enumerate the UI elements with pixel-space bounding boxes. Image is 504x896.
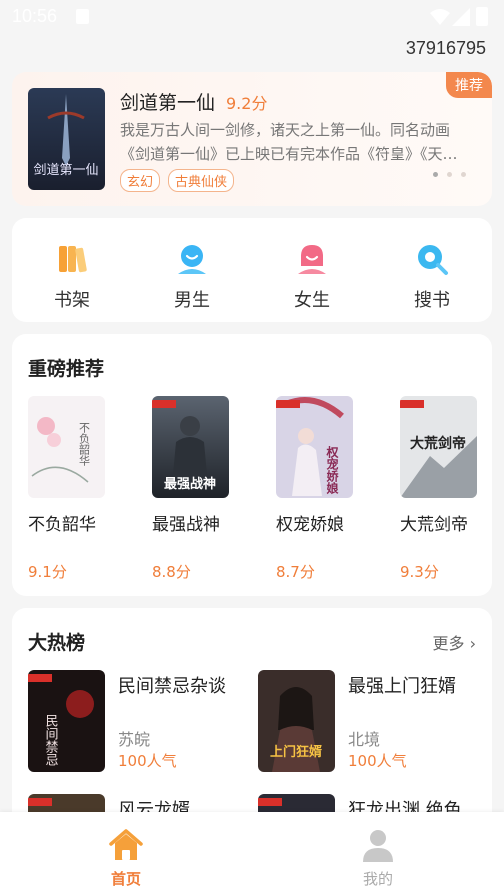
book-cover-title: 上门狂婿 [270, 744, 323, 760]
profile-icon [363, 830, 393, 862]
banner-book-title[interactable]: 剑道第一仙 [120, 88, 215, 115]
banner-desc-line-2: 《剑道第一仙》已上映已有完本作品《符皇》《天… [120, 145, 458, 163]
chevron-right-icon: › [469, 634, 476, 653]
book-score: 9.3分 [400, 563, 439, 581]
male-icon [178, 245, 206, 274]
book-author: 苏皖 [118, 730, 151, 749]
more-link[interactable]: 更多 › [432, 630, 476, 654]
female-icon [298, 245, 326, 274]
nav-female[interactable]: 女生 [252, 218, 372, 322]
user-id: 37916795 [405, 38, 486, 58]
carousel-dot [461, 172, 466, 177]
carousel-dot [433, 172, 438, 177]
book-title[interactable]: 权宠娇娘 [276, 510, 400, 535]
status-bar: 10:56 [0, 0, 504, 34]
book-cover[interactable]: 大荒剑帝 [400, 396, 477, 498]
nav-search-book-label: 搜书 [414, 290, 450, 311]
book-cover[interactable]: 不负韶华 [28, 396, 105, 498]
notification-icon [76, 9, 89, 24]
book-popularity: 100人气 [348, 752, 407, 770]
book-score: 8.7分 [276, 563, 315, 581]
nav-male-label: 男生 [174, 290, 210, 311]
tab-home-label: 首页 [110, 870, 141, 888]
home-icon [109, 829, 143, 860]
book-title[interactable]: 大荒剑帝 [400, 510, 504, 535]
book-item[interactable]: 权宠娇娘 权宠娇娘 8.7分 [276, 396, 400, 582]
banner-book-description: 我是万古人间一剑修，诸天之上第一仙。同名动画 《剑道第一仙》已上映已有完本作品《… [120, 118, 484, 166]
hot-book-item[interactable]: 上门狂婿 最强上门狂婿 北境 100人气 [258, 670, 478, 774]
book-author: 北境 [348, 730, 381, 749]
banner-book-score: 9.2分 [226, 94, 268, 113]
book-cover-title: 不负韶华 [78, 422, 91, 466]
book-cover-title: 民间禁忌 [43, 714, 59, 766]
book-title[interactable]: 最强战神 [152, 510, 276, 535]
book-cover-title: 大荒剑帝 [410, 435, 466, 452]
book-item[interactable]: 最强战神 最强战神 8.8分 [152, 396, 276, 582]
tab-profile-label: 我的 [362, 870, 393, 888]
carousel-dot [447, 172, 452, 177]
nav-bookshelf[interactable]: 书架 [12, 218, 132, 322]
recommend-list: 不负韶华 不负韶华 9.1分 最强战神 最强战神 8.8分 权宠娇娘 权宠娇娘 … [28, 396, 504, 582]
section-title: 重磅推荐 [28, 358, 105, 380]
book-item[interactable]: 不负韶华 不负韶华 9.1分 [28, 396, 152, 582]
book-cover[interactable]: 权宠娇娘 [276, 396, 353, 498]
carousel-indicator [433, 172, 466, 177]
book-popularity: 100人气 [118, 752, 177, 770]
book-cover[interactable]: 最强战神 [152, 396, 229, 498]
hot-book-item[interactable]: 民间禁忌 民间禁忌杂谈 苏皖 100人气 [28, 670, 248, 774]
search-book-icon [418, 245, 448, 275]
wifi-icon [430, 9, 450, 25]
book-title[interactable]: 不负韶华 [28, 510, 152, 535]
tab-home[interactable]: 首页 [0, 812, 252, 896]
book-score: 8.8分 [152, 563, 191, 581]
book-cover-title: 权宠娇娘 [325, 445, 339, 495]
book-item[interactable]: 大荒剑帝 大荒剑帝 9.3分 [400, 396, 504, 582]
book-cover[interactable]: 民间禁忌 [28, 670, 105, 772]
section-title: 大热榜 [28, 632, 86, 654]
book-cover-title: 最强战神 [164, 476, 216, 492]
book-title[interactable]: 最强上门狂婿 [348, 672, 456, 698]
more-label: 更多 [432, 634, 465, 653]
category-nav: 书架 男生 女生 搜书 [12, 218, 492, 322]
bottom-tab-bar: 首页 我的 [0, 812, 504, 896]
featured-banner[interactable]: 推荐 剑道第一仙 剑道第一仙 9.2分 我是万古人间一剑修，诸天之上第一仙。同名… [12, 72, 492, 206]
battery-icon [476, 7, 488, 26]
featured-recommendations: 重磅推荐 不负韶华 不负韶华 9.1分 最强战神 最强战神 8.8分 权宠娇娘 … [12, 334, 492, 596]
book-score: 9.1分 [28, 563, 67, 581]
book-title[interactable]: 民间禁忌杂谈 [118, 672, 226, 698]
banner-cover-title: 剑道第一仙 [33, 162, 98, 178]
genre-tag[interactable]: 玄幻 [120, 169, 161, 192]
banner-book-cover[interactable]: 剑道第一仙 [28, 88, 105, 190]
nav-female-label: 女生 [294, 290, 330, 311]
genre-tag[interactable]: 古典仙侠 [168, 169, 235, 192]
nav-bookshelf-label: 书架 [54, 290, 90, 311]
recommend-badge: 推荐 [446, 72, 492, 98]
status-time: 10:56 [12, 6, 58, 26]
banner-desc-line-1: 我是万古人间一剑修，诸天之上第一仙。同名动画 [120, 121, 451, 139]
book-cover[interactable]: 上门狂婿 [258, 670, 335, 772]
nav-search-book[interactable]: 搜书 [372, 218, 492, 322]
banner-tags: 玄幻 古典仙侠 [120, 169, 235, 192]
nav-male[interactable]: 男生 [132, 218, 252, 322]
signal-icon [452, 8, 470, 26]
bookshelf-icon [59, 246, 87, 273]
tab-profile[interactable]: 我的 [252, 812, 504, 896]
